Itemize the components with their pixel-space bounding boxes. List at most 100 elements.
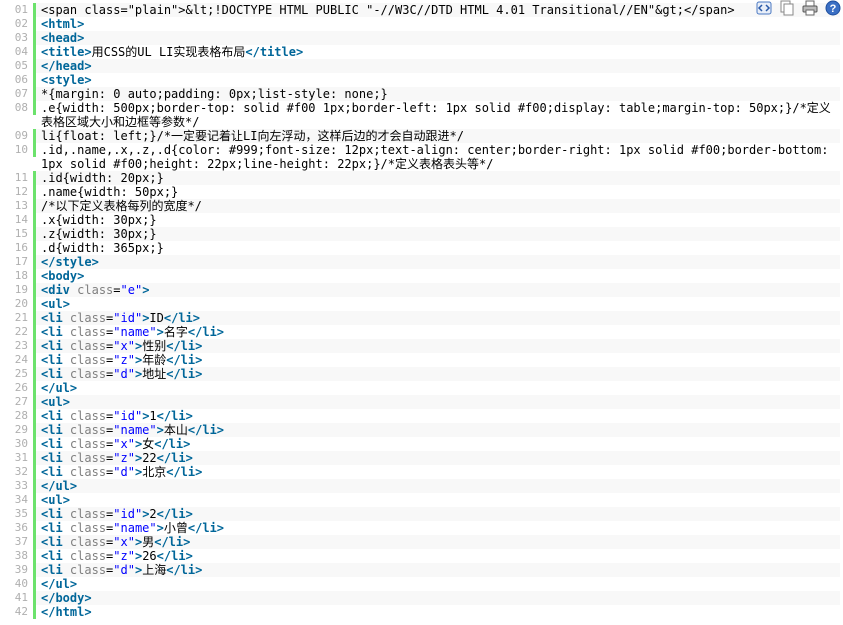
code-text: <li class="z">26</li> — [36, 549, 840, 563]
code-text: <li class="x">女</li> — [36, 437, 840, 451]
code-line: 08 .e{width: 500px;border-top: solid #f00… — [4, 101, 840, 129]
code-line: 39 <li class="d">上海</li> — [4, 563, 840, 577]
line-number: 04 — [4, 45, 36, 59]
code-text: <li class="z">年龄</li> — [36, 353, 840, 367]
code-text: /*以下定义表格每列的宽度*/ — [36, 199, 840, 213]
view-source-icon[interactable] — [756, 0, 772, 16]
line-number: 18 — [4, 269, 36, 283]
line-number: 17 — [4, 255, 36, 269]
line-number: 37 — [4, 535, 36, 549]
code-text: </ul> — [36, 479, 840, 493]
code-line: 03 <head> — [4, 31, 840, 45]
line-number: 22 — [4, 325, 36, 339]
code-line: 22 <li class="name">名字</li> — [4, 325, 840, 339]
code-line: 37 <li class="x">男</li> — [4, 535, 840, 549]
line-number: 31 — [4, 451, 36, 465]
line-number: 42 — [4, 605, 36, 619]
code-text: <body> — [36, 269, 840, 283]
code-text: </ul> — [36, 577, 840, 591]
code-line: 12 .name{width: 50px;} — [4, 185, 840, 199]
line-number: 35 — [4, 507, 36, 521]
code-text: </style> — [36, 255, 840, 269]
code-line: 19 <div class="e"> — [4, 283, 840, 297]
line-number: 23 — [4, 339, 36, 353]
code-text: <span class="plain">&lt;!DOCTYPE HTML PU… — [36, 3, 840, 17]
code-line: 07 *{margin: 0 auto;padding: 0px;list-sty… — [4, 87, 840, 101]
help-icon[interactable]: ? — [825, 0, 841, 16]
line-number: 16 — [4, 241, 36, 255]
code-text: .z{width: 30px;} — [36, 227, 840, 241]
code-text: <li class="name">本山</li> — [36, 423, 840, 437]
line-number: 07 — [4, 87, 36, 101]
line-number: 36 — [4, 521, 36, 535]
line-number: 38 — [4, 549, 36, 563]
code-text: <li class="x">男</li> — [36, 535, 840, 549]
line-number: 41 — [4, 591, 36, 605]
copy-icon[interactable] — [779, 0, 795, 16]
code-text: <li class="d">地址</li> — [36, 367, 840, 381]
code-text: <ul> — [36, 493, 840, 507]
code-text: <ul> — [36, 297, 840, 311]
line-number: 13 — [4, 199, 36, 213]
code-text: <li class="id">ID</li> — [36, 311, 840, 325]
code-line: 18 <body> — [4, 269, 840, 283]
line-number: 01 — [4, 3, 36, 17]
code-viewer: ? 01 <span class="plain">&lt;!DOCTYPE HTM… — [0, 0, 843, 625]
line-number: 29 — [4, 423, 36, 437]
line-number: 25 — [4, 367, 36, 381]
code-line: 16 .d{width: 365px;} — [4, 241, 840, 255]
svg-text:?: ? — [830, 3, 837, 15]
code-line: 13/*以下定义表格每列的宽度*/ — [4, 199, 840, 213]
line-number: 14 — [4, 213, 36, 227]
code-text: .e{width: 500px;border-top: solid #f00 1… — [36, 101, 840, 129]
code-text: <style> — [36, 73, 840, 87]
code-listing: 01 <span class="plain">&lt;!DOCTYPE HTML … — [4, 3, 840, 619]
code-line: 04 <title>用CSS的UL LI实现表格布局</title> — [4, 45, 840, 59]
line-number: 15 — [4, 227, 36, 241]
code-text: </body> — [36, 591, 840, 605]
line-number: 20 — [4, 297, 36, 311]
code-line: 31 <li class="z">22</li> — [4, 451, 840, 465]
code-line: 23 <li class="x">性别</li> — [4, 339, 840, 353]
line-number: 32 — [4, 465, 36, 479]
line-number: 08 — [4, 101, 36, 115]
line-number: 06 — [4, 73, 36, 87]
code-line: 05 </head> — [4, 59, 840, 73]
code-text: <li class="z">22</li> — [36, 451, 840, 465]
code-line: 28 <li class="id">1</li> — [4, 409, 840, 423]
code-text: <li class="d">上海</li> — [36, 563, 840, 577]
code-text: </ul> — [36, 381, 840, 395]
line-number: 03 — [4, 31, 36, 45]
code-line: 25 <li class="d">地址</li> — [4, 367, 840, 381]
code-line: 40 </ul> — [4, 577, 840, 591]
code-line: 10 .id,.name,.x,.z,.d{color: #999;font-si… — [4, 143, 840, 171]
line-number: 10 — [4, 143, 36, 157]
code-line: 02 <html> — [4, 17, 840, 31]
line-number: 05 — [4, 59, 36, 73]
code-text: </html> — [36, 605, 840, 619]
line-number: 28 — [4, 409, 36, 423]
print-icon[interactable] — [802, 0, 818, 16]
line-number: 09 — [4, 129, 36, 143]
code-text: <head> — [36, 31, 840, 45]
code-text: <li class="id">1</li> — [36, 409, 840, 423]
line-number: 27 — [4, 395, 36, 409]
code-line: 38 <li class="z">26</li> — [4, 549, 840, 563]
line-number: 12 — [4, 185, 36, 199]
line-number: 39 — [4, 563, 36, 577]
code-line: 35 <li class="id">2</li> — [4, 507, 840, 521]
code-text: <li class="name">名字</li> — [36, 325, 840, 339]
code-text: <html> — [36, 17, 840, 31]
code-text: <title>用CSS的UL LI实现表格布局</title> — [36, 45, 840, 59]
line-number: 02 — [4, 17, 36, 31]
code-toolbar: ? — [754, 0, 843, 16]
code-text: .name{width: 50px;} — [36, 185, 840, 199]
code-text: <li class="id">2</li> — [36, 507, 840, 521]
code-text: *{margin: 0 auto;padding: 0px;list-style… — [36, 87, 840, 101]
code-line: 17 </style> — [4, 255, 840, 269]
code-text: <li class="d">北京</li> — [36, 465, 840, 479]
code-text: .x{width: 30px;} — [36, 213, 840, 227]
code-line: 34 <ul> — [4, 493, 840, 507]
code-line: 20 <ul> — [4, 297, 840, 311]
code-line: 36 <li class="name">小曾</li> — [4, 521, 840, 535]
